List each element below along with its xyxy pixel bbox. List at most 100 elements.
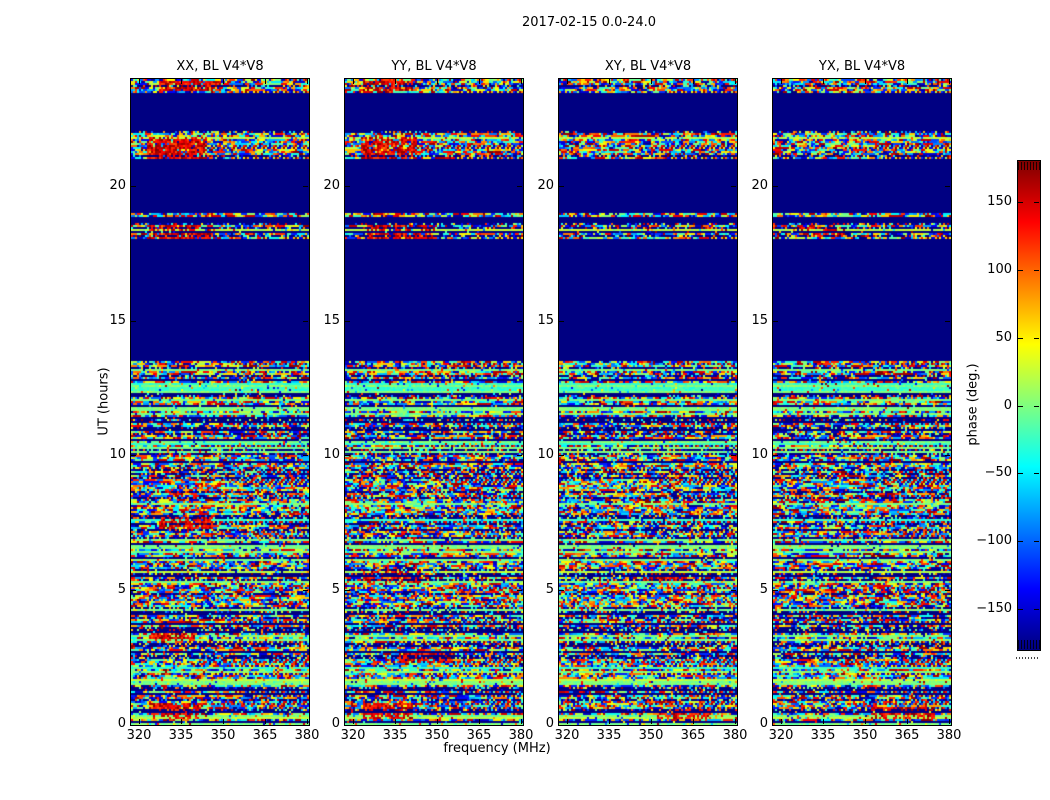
x-tick-mark — [437, 719, 438, 724]
panel-title: YX, BL V4*V8 — [818, 59, 906, 74]
x-tick-mark — [609, 719, 610, 724]
y-tick-mark — [559, 590, 564, 591]
x-tick-mark — [949, 79, 950, 84]
x-tick-mark — [353, 79, 354, 84]
panel-plot-area — [130, 78, 310, 726]
y-tick-mark — [131, 321, 136, 322]
y-tick-mark — [131, 455, 136, 456]
y-tick-mark — [945, 590, 950, 591]
colorbar-tick-label: 150 — [987, 194, 1012, 209]
y-tick-mark — [559, 455, 564, 456]
figure-title: 2017-02-15 0.0-24.0 — [522, 15, 656, 30]
y-tick-label: 10 — [537, 447, 554, 462]
x-tick-mark — [949, 719, 950, 724]
colorbar-tick-right — [1034, 473, 1039, 474]
x-tick-mark — [567, 719, 568, 724]
colorbar-tick-right — [1034, 406, 1039, 407]
x-tick-mark — [223, 719, 224, 724]
colorbar-tick-left — [1018, 270, 1023, 271]
y-tick-mark — [559, 321, 564, 322]
x-tick-mark — [781, 79, 782, 84]
x-tick-label: 350 — [852, 728, 878, 743]
phase-heatmap-canvas — [131, 79, 309, 725]
panel-title: XX, BL V4*V8 — [176, 59, 264, 74]
x-tick-mark — [353, 719, 354, 724]
x-tick-mark — [139, 719, 140, 724]
colorbar-tick-left — [1018, 406, 1023, 407]
x-tick-mark — [265, 719, 266, 724]
colorbar-tick-right — [1034, 202, 1039, 203]
x-tick-label: 365 — [680, 728, 706, 743]
colorbar-tick-right — [1034, 541, 1039, 542]
x-tick-label: 350 — [210, 728, 236, 743]
y-tick-mark — [345, 186, 350, 187]
x-tick-label: 380 — [936, 728, 962, 743]
x-tick-mark — [265, 79, 266, 84]
y-tick-label: 10 — [323, 447, 340, 462]
x-tick-mark — [865, 79, 866, 84]
phase-heatmap-canvas — [559, 79, 737, 725]
x-tick-mark — [651, 79, 652, 84]
x-tick-mark — [651, 719, 652, 724]
colorbar-minor-dots — [1016, 657, 1040, 659]
colorbar-tick-right — [1034, 609, 1039, 610]
colorbar-top-hatch-ticks — [1018, 162, 1040, 170]
y-tick-mark — [945, 186, 950, 187]
x-tick-mark — [907, 79, 908, 84]
y-tick-label: 15 — [323, 313, 340, 328]
y-tick-mark — [945, 321, 950, 322]
y-tick-mark — [345, 455, 350, 456]
colorbar-label: phase (deg.) — [965, 363, 981, 446]
y-tick-label: 5 — [545, 582, 554, 597]
x-tick-mark — [437, 79, 438, 84]
y-tick-label: 20 — [537, 178, 554, 193]
y-axis-label: UT (hours) — [96, 367, 112, 436]
x-tick-mark — [735, 79, 736, 84]
x-axis-label: frequency (MHz) — [443, 741, 551, 756]
colorbar-tick-label: −100 — [976, 533, 1012, 548]
colorbar-tick-left — [1018, 202, 1023, 203]
x-tick-mark — [865, 719, 866, 724]
x-tick-label: 335 — [168, 728, 194, 743]
y-tick-label: 0 — [117, 716, 126, 731]
x-tick-mark — [307, 79, 308, 84]
y-tick-label: 15 — [537, 313, 554, 328]
x-tick-mark — [395, 719, 396, 724]
y-tick-label: 0 — [759, 716, 768, 731]
x-tick-mark — [781, 719, 782, 724]
y-tick-mark — [773, 186, 778, 187]
colorbar-tick-label: 100 — [987, 262, 1012, 277]
colorbar-tick-right — [1034, 338, 1039, 339]
x-tick-mark — [479, 79, 480, 84]
x-tick-label: 350 — [638, 728, 664, 743]
colorbar-tick-label: −50 — [984, 465, 1012, 480]
x-tick-mark — [223, 79, 224, 84]
colorbar-tick-label: 50 — [995, 330, 1012, 345]
x-tick-mark — [907, 719, 908, 724]
y-tick-label: 5 — [759, 582, 768, 597]
x-tick-mark — [395, 79, 396, 84]
panel-plot-area — [772, 78, 952, 726]
colorbar-tick-left — [1018, 541, 1023, 542]
y-tick-label: 10 — [751, 447, 768, 462]
colorbar-tick-label: −150 — [976, 601, 1012, 616]
y-tick-mark — [345, 321, 350, 322]
x-tick-mark — [693, 79, 694, 84]
colorbar-tick-left — [1018, 338, 1023, 339]
panel-title: XY, BL V4*V8 — [604, 59, 692, 74]
x-tick-mark — [479, 719, 480, 724]
x-tick-mark — [181, 719, 182, 724]
y-tick-mark — [131, 186, 136, 187]
x-tick-mark — [609, 79, 610, 84]
x-tick-mark — [823, 719, 824, 724]
colorbar-tick-left — [1018, 473, 1023, 474]
x-tick-mark — [181, 79, 182, 84]
y-tick-mark — [131, 590, 136, 591]
colorbar-bottom-hatch-ticks — [1018, 640, 1040, 649]
y-tick-label: 5 — [331, 582, 340, 597]
y-tick-label: 15 — [751, 313, 768, 328]
x-tick-mark — [139, 79, 140, 84]
x-tick-label: 365 — [252, 728, 278, 743]
y-tick-label: 20 — [323, 178, 340, 193]
x-tick-label: 335 — [810, 728, 836, 743]
